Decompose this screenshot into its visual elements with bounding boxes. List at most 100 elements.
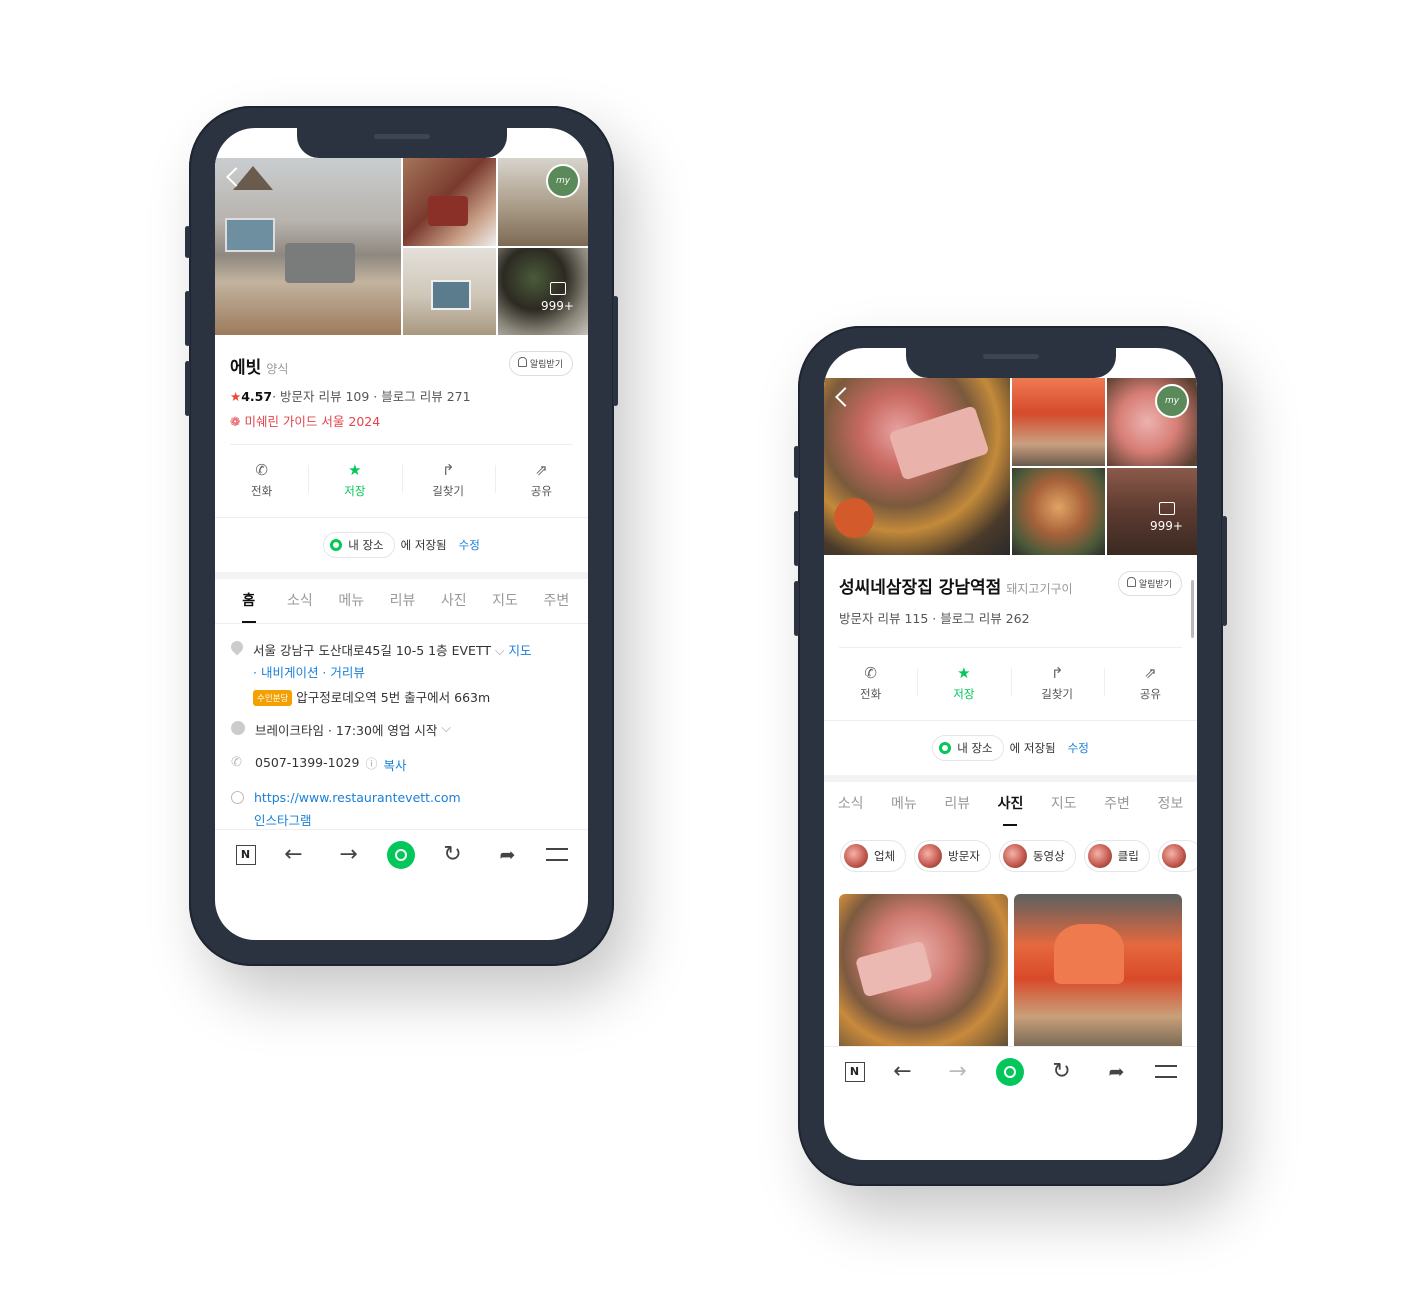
tab-bar: 소식 메뉴 리뷰 사진 지도 주변 정보 (824, 782, 1197, 826)
back-button[interactable]: ← (277, 840, 311, 870)
tab-photo[interactable]: 사진 (428, 579, 479, 623)
side-button (794, 581, 799, 636)
menu-icon[interactable] (1154, 1065, 1177, 1078)
copy-link[interactable]: 복사 (383, 755, 406, 774)
phone-right: my 999+ 성씨네삼장집 강남역점 돼지고기구이 알림받기 방문자 리뷰 1… (794, 326, 1227, 1186)
chevron-down-icon[interactable]: ⌵ (441, 720, 450, 736)
save-button[interactable]: ★ 저장 (917, 654, 1010, 712)
alarm-button[interactable]: 알림받기 (1117, 571, 1182, 596)
my-place-chip[interactable]: 내 장소 (932, 735, 1004, 761)
filter-visitor[interactable]: 방문자 (914, 840, 991, 872)
photo-main[interactable] (824, 378, 1010, 555)
hours-row[interactable]: 브레이크타임 · 17:30에 영업 시작 ⌵ (231, 720, 573, 739)
chevron-down-icon[interactable]: ⌵ (495, 643, 504, 658)
tab-map[interactable]: 지도 (479, 579, 530, 623)
tab-nearby[interactable]: 주변 (531, 579, 582, 623)
photo-gallery[interactable]: my 999+ (215, 158, 588, 335)
share-button[interactable]: ➦ (491, 840, 525, 870)
filter-video[interactable]: 동영상 (998, 840, 1076, 872)
call-button[interactable]: ✆ 전화 (824, 654, 917, 712)
action-bar: ✆ 전화 ★ 저장 ↱ 길찾기 ⇗ 공유 (824, 654, 1197, 712)
photo-main[interactable] (215, 158, 401, 335)
tab-news[interactable]: 소식 (274, 579, 325, 623)
back-button[interactable]: ← (886, 1057, 920, 1087)
place-icon (939, 742, 952, 754)
photo-thumb[interactable] (1012, 378, 1105, 466)
star-icon: ★ (230, 389, 242, 404)
tab-menu[interactable]: 메뉴 (877, 782, 930, 826)
star-icon: ★ (348, 461, 362, 479)
photo-count[interactable]: 999+ (541, 282, 574, 313)
edit-link[interactable]: 수정 (459, 537, 480, 553)
forward-button[interactable]: → (941, 1057, 975, 1087)
share-button[interactable]: ⇗ 공유 (1103, 654, 1197, 712)
visitor-reviews[interactable]: · 방문자 리뷰 109 · (272, 389, 381, 404)
photo-thumb[interactable] (403, 158, 496, 246)
blog-reviews[interactable]: 블로그 리뷰 271 (381, 389, 470, 404)
grid-photo[interactable] (1013, 894, 1182, 1064)
directions-button[interactable]: ↱ 길찾기 (401, 451, 495, 509)
tab-info[interactable]: 정보 (1144, 782, 1197, 826)
grid-photo[interactable] (839, 894, 1008, 1064)
side-button (794, 446, 799, 478)
tab-map[interactable]: 지도 (1037, 782, 1090, 826)
photo-thumb[interactable]: my (498, 158, 588, 246)
phone-left: my 999+ 에빗 양식 알림받기 ★4.57· 방문자 리뷰 109 · 블… (185, 106, 618, 966)
refresh-button[interactable]: ↻ (436, 840, 470, 870)
my-place-chip[interactable]: 내 장소 (323, 532, 395, 558)
directions-icon: ↱ (1050, 664, 1064, 682)
green-dot-button[interactable] (995, 1057, 1024, 1086)
tab-photo[interactable]: 사진 (984, 782, 1037, 826)
place-info: 에빗 양식 알림받기 ★4.57· 방문자 리뷰 109 · 블로그 리뷰 27… (215, 351, 588, 829)
photo-thumb[interactable]: 999+ (498, 247, 588, 335)
screen: my 999+ 성씨네삼장집 강남역점 돼지고기구이 알림받기 방문자 리뷰 1… (824, 348, 1197, 1160)
notch (905, 348, 1116, 378)
naver-home-button[interactable]: N (844, 1061, 865, 1082)
phone-row: ✆ 0507-1399-1029 ⓘ 복사 (231, 755, 573, 774)
tab-review[interactable]: 리뷰 (931, 782, 984, 826)
transit-info: 수인분당 압구정로데오역 5번 출구에서 663m (253, 687, 531, 706)
edit-link[interactable]: 수정 (1068, 740, 1089, 756)
filter-clip[interactable]: 클립 (1083, 840, 1150, 872)
photo-thumb[interactable]: my (1107, 378, 1197, 466)
filter-thumbnail (1002, 844, 1027, 868)
share-button[interactable]: ➦ (1100, 1057, 1134, 1087)
my-badge[interactable]: my (546, 164, 580, 198)
bell-icon (517, 357, 527, 367)
photo-thumb[interactable] (403, 247, 496, 335)
menu-icon[interactable] (545, 848, 568, 861)
back-icon[interactable] (835, 387, 855, 407)
alarm-button[interactable]: 알림받기 (508, 351, 573, 376)
place-icon (330, 539, 343, 551)
review-summary[interactable]: 방문자 리뷰 115 · 블로그 리뷰 262 (824, 608, 1197, 627)
map-link[interactable]: 지도 (508, 643, 531, 658)
photo-thumb[interactable] (1012, 467, 1105, 555)
refresh-button[interactable]: ↻ (1045, 1057, 1079, 1087)
tab-review[interactable]: 리뷰 (377, 579, 428, 623)
tab-nearby[interactable]: 주변 (1090, 782, 1143, 826)
save-button[interactable]: ★ 저장 (308, 451, 401, 509)
photo-thumb[interactable]: 999+ (1107, 467, 1197, 555)
directions-button[interactable]: ↱ 길찾기 (1010, 654, 1104, 712)
share-button[interactable]: ⇗ 공유 (494, 451, 588, 509)
instagram-link[interactable]: 인스타그램 (254, 810, 461, 829)
forward-button[interactable]: → (332, 840, 366, 870)
star-icon: ★ (957, 664, 971, 682)
filter-more[interactable] (1157, 840, 1197, 872)
photo-count[interactable]: 999+ (1150, 502, 1183, 533)
navigation-links[interactable]: · 내비게이션 · 거리뷰 (253, 662, 531, 681)
filter-thumbnail (1161, 844, 1186, 868)
tab-home[interactable]: 홈 (223, 579, 274, 623)
call-button[interactable]: ✆ 전화 (215, 451, 308, 509)
tab-menu[interactable]: 메뉴 (326, 579, 377, 623)
naver-home-button[interactable]: N (235, 844, 256, 865)
info-icon[interactable]: ⓘ (365, 755, 377, 772)
tab-news[interactable]: 소식 (824, 782, 877, 826)
photo-gallery[interactable]: my 999+ (824, 378, 1197, 555)
browser-toolbar: N ← → ↻ ➦ (824, 1046, 1197, 1096)
green-dot-button[interactable] (386, 840, 415, 869)
michelin-badge[interactable]: ❁ 미쉐린 가이드 서울 2024 (215, 411, 588, 430)
filter-business[interactable]: 업체 (840, 840, 907, 872)
website-link[interactable]: https://www.restaurantevett.com (254, 790, 461, 805)
my-badge[interactable]: my (1155, 384, 1189, 418)
